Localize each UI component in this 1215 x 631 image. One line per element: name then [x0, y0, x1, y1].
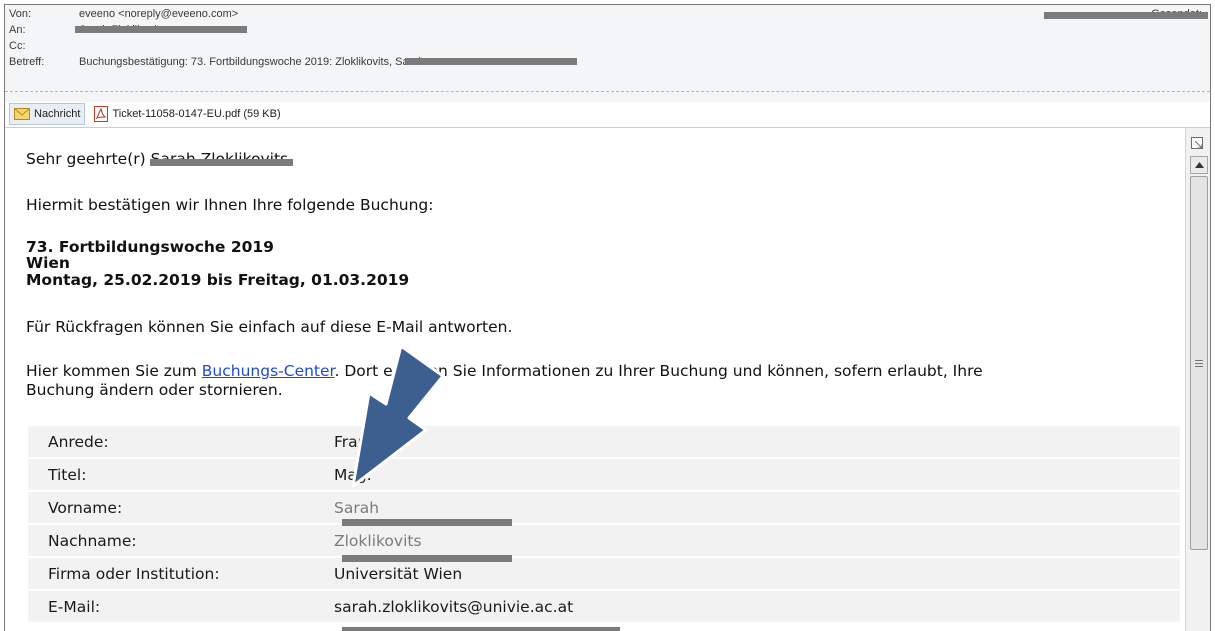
envelope-icon — [14, 108, 30, 120]
scroll-up-button[interactable] — [1190, 156, 1208, 174]
pointer-arrow-shape — [351, 344, 445, 488]
scroll-grip-icon — [1195, 360, 1203, 367]
redaction-bar — [342, 555, 512, 562]
cc-label: Cc: — [9, 40, 26, 52]
detail-key: Anrede: — [28, 426, 314, 457]
reading-pane-icon[interactable] — [1190, 136, 1206, 152]
from-row: Von: eveeno <noreply@eveeno.com> — [9, 7, 238, 21]
booking-details-table: Anrede: Frau Titel: Mag. Vorname: Sarah … — [28, 424, 1180, 624]
reply-text: Für Rückfragen können Sie einfach auf di… — [26, 318, 513, 336]
redaction-bar — [342, 627, 620, 631]
detail-key: Titel: — [28, 459, 314, 490]
table-row: Nachname: Zloklikovits — [28, 525, 1180, 556]
pdf-attachment[interactable]: Ticket-11058-0147-EU.pdf (59 KB) — [89, 103, 285, 125]
message-tab[interactable]: Nachricht — [9, 103, 86, 125]
pdf-attachment-label: Ticket-11058-0147-EU.pdf (59 KB) — [112, 108, 281, 120]
from-value[interactable]: eveeno <noreply@eveeno.com> — [79, 8, 238, 20]
booking-center-link[interactable]: Buchungs-Center — [202, 362, 335, 380]
booking-center-line: Hier kommen Sie zum Buchungs-Center. Dor… — [26, 362, 983, 381]
detail-value-email[interactable]: sarah.zloklikovits@univie.ac.at — [314, 591, 1180, 622]
cc-row: Cc: — [9, 39, 79, 53]
redaction-bar — [150, 159, 293, 166]
email-header: Von:eveeno <noreply@eveeno.com> An:Sarah… — [5, 5, 1210, 102]
message-body: Sehr geehrte(r) Sarah Zloklikovits Hierm… — [5, 128, 1183, 631]
detail-value: Universität Wien — [314, 558, 1180, 589]
scroll-thumb[interactable] — [1190, 176, 1208, 550]
table-row: Titel: Mag. — [28, 459, 1180, 490]
pdf-icon — [94, 106, 109, 122]
redaction-bar — [405, 58, 577, 65]
detail-key: Firma oder Institution: — [28, 558, 314, 589]
redaction-bar — [75, 26, 247, 33]
message-tab-label: Nachricht — [34, 108, 81, 120]
detail-key: Nachname: — [28, 525, 314, 556]
attachment-bar: Nachricht Ticket-11058-0147-EU.pdf (59 K… — [9, 102, 286, 126]
table-row: Anrede: Frau — [28, 426, 1180, 457]
booking-center-line-2: Buchung ändern oder stornieren. — [26, 381, 283, 399]
greeting-text: Sehr geehrte(r) — [26, 150, 146, 168]
pointer-arrow-icon — [351, 344, 445, 488]
detail-value: Zloklikovits — [314, 525, 1180, 556]
subject-value: Buchungsbestätigung: 73. Fortbildungswoc… — [79, 56, 425, 68]
table-row: Vorname: Sarah — [28, 492, 1180, 523]
header-divider — [5, 91, 1210, 92]
email-window: Von:eveeno <noreply@eveeno.com> An:Sarah… — [4, 4, 1211, 631]
event-dates: Montag, 25.02.2019 bis Freitag, 01.03.20… — [26, 271, 410, 289]
center-intro: Hier kommen Sie zum — [26, 362, 202, 380]
vertical-scrollbar[interactable] — [1185, 128, 1210, 631]
table-row: Firma oder Institution: Universität Wien — [28, 558, 1180, 589]
redaction-bar — [342, 519, 512, 526]
scroll-up-arrow-icon — [1194, 162, 1204, 168]
table-row: E-Mail: sarah.zloklikovits@univie.ac.at — [28, 591, 1180, 622]
detail-key: Vorname: — [28, 492, 314, 523]
confirm-text: Hiermit bestätigen wir Ihnen Ihre folgen… — [26, 196, 434, 214]
subject-label: Betreff: — [9, 56, 45, 68]
redaction-bar — [1044, 12, 1208, 19]
subject-row: Betreff: Buchungsbestätigung: 73. Fortbil… — [9, 55, 425, 69]
to-label: An: — [9, 24, 26, 36]
detail-key: E-Mail: — [28, 591, 314, 622]
from-label: Von: — [9, 8, 32, 20]
